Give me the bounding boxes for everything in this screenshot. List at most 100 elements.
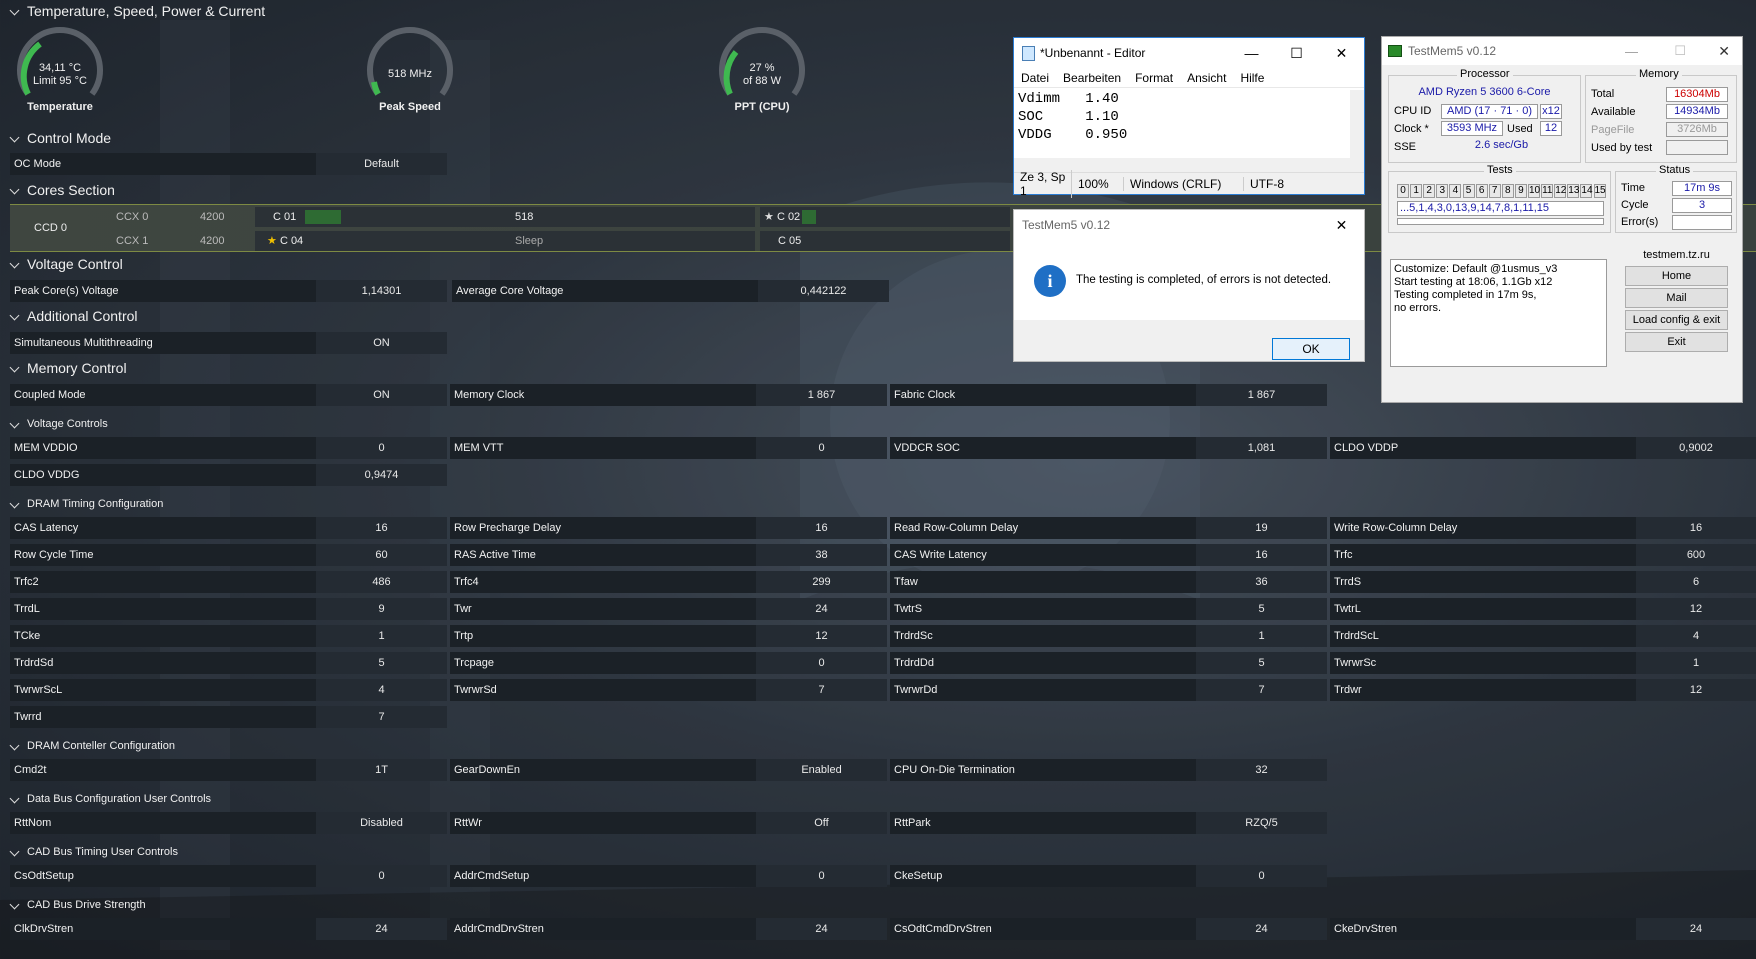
cldo-vddp-row[interactable]: CLDO VDDP 0,9002 (1330, 437, 1756, 459)
menu-format[interactable]: Format (1128, 71, 1180, 85)
chevron-down-icon (10, 312, 19, 321)
timing-row-trrds[interactable]: TrrdS 6 (1330, 571, 1756, 593)
section-voltage-controls[interactable]: Voltage Controls (10, 418, 108, 430)
menu-bearbeiten[interactable]: Bearbeiten (1056, 71, 1128, 85)
cpu-odt-row[interactable]: CPU On-Die Termination 32 (890, 759, 1327, 781)
section-cores[interactable]: Cores Section (10, 182, 115, 198)
timing-row-read-row-column-delay[interactable]: Read Row-Column Delay 19 (890, 517, 1327, 539)
notepad-text-area[interactable]: Vdimm 1.40 SOC 1.10 VDDG 0.950 (1018, 90, 1348, 158)
peak-core-voltage-row: Peak Core(s) Voltage 1,14301 (10, 280, 447, 302)
log-textbox[interactable]: Customize: Default @1usmus_v3 Start testi… (1390, 259, 1607, 367)
exit-button[interactable]: Exit (1625, 332, 1728, 352)
section-cad-timing[interactable]: CAD Bus Timing User Controls (10, 846, 178, 858)
core-c02: ★ C 02 (760, 207, 1010, 227)
timing-row-trdrdsc[interactable]: TrdrdSc 1 (890, 625, 1327, 647)
chevron-down-icon (10, 901, 19, 910)
timing-row-twrrd[interactable]: Twrrd 7 (10, 706, 447, 728)
rttnom-row[interactable]: RttNom Disabled (10, 812, 447, 834)
section-memory-control[interactable]: Memory Control (10, 360, 127, 376)
mail-button[interactable]: Mail (1625, 288, 1728, 308)
section-data-bus[interactable]: Data Bus Configuration User Controls (10, 793, 211, 805)
csodtsetup-row[interactable]: CsOdtSetup 0 (10, 865, 447, 887)
timing-row-trfc4[interactable]: Trfc4 299 (450, 571, 887, 593)
chevron-down-icon (10, 420, 19, 429)
oc-mode-row[interactable]: OC Mode Default (10, 153, 447, 175)
home-button[interactable]: Home (1625, 266, 1728, 286)
rttpark-row[interactable]: RttPark RZQ/5 (890, 812, 1327, 834)
timing-row-twtrs[interactable]: TwtrS 5 (890, 598, 1327, 620)
addrcmdsetup-row[interactable]: AddrCmdSetup 0 (450, 865, 887, 887)
dialog-close-button[interactable]: ✕ (1319, 210, 1364, 240)
timing-row-cas-write-latency[interactable]: CAS Write Latency 16 (890, 544, 1327, 566)
geardownen-row[interactable]: GearDownEn Enabled (450, 759, 887, 781)
chevron-down-icon (10, 186, 19, 195)
section-voltage-control[interactable]: Voltage Control (10, 256, 123, 272)
timing-row-trtp[interactable]: Trtp 12 (450, 625, 887, 647)
timing-row-trfc[interactable]: Trfc 600 (1330, 544, 1756, 566)
timing-row-tfaw[interactable]: Tfaw 36 (890, 571, 1327, 593)
load-config-exit-button[interactable]: Load config & exit (1625, 310, 1728, 330)
timing-row-cas-latency[interactable]: CAS Latency 16 (10, 517, 447, 539)
status-group: Status Time 17m 9s Cycle 3 Error(s) (1615, 164, 1737, 233)
clkdrvstren-row[interactable]: ClkDrvStren 24 (10, 918, 447, 940)
ckedrvstren-row[interactable]: CkeDrvStren 24 (1330, 918, 1756, 940)
tests-group: Tests 0 1 2 3 4 5 6 7 8 9 10 11 12 13 14 15 ...5,1,4,3,… (1388, 164, 1611, 233)
chevron-down-icon (10, 364, 19, 373)
section-dram-controller[interactable]: DRAM Conteller Configuration (10, 740, 175, 752)
test-cell: 4 (1449, 184, 1462, 198)
cldo-vddg-row[interactable]: CLDO VDDG 0,9474 (10, 464, 447, 486)
timing-row-tcke[interactable]: TCke 1 (10, 625, 447, 647)
timing-row-trdrdscl[interactable]: TrdrdScL 4 (1330, 625, 1756, 647)
timing-row-write-row-column-delay[interactable]: Write Row-Column Delay 16 (1330, 517, 1756, 539)
timing-row-twr[interactable]: Twr 24 (450, 598, 887, 620)
minimize-button[interactable]: — (1229, 38, 1274, 68)
timing-row-twtrl[interactable]: TwtrL 12 (1330, 598, 1756, 620)
menu-ansicht[interactable]: Ansicht (1180, 71, 1233, 85)
maximize-button[interactable]: ☐ (1674, 43, 1686, 59)
timing-row-row-cycle-time[interactable]: Row Cycle Time 60 (10, 544, 447, 566)
addrcmddrvstren-row[interactable]: AddrCmdDrvStren 24 (450, 918, 887, 940)
cmd2t-row[interactable]: Cmd2t 1T (10, 759, 447, 781)
section-temperature[interactable]: Temperature, Speed, Power & Current (10, 3, 265, 19)
dialog-titlebar[interactable]: TestMem5 v0.12 (1014, 210, 1364, 240)
mem-vtt-row[interactable]: MEM VTT 0 (450, 437, 887, 459)
maximize-button[interactable]: ☐ (1274, 38, 1319, 68)
timing-row-trcpage[interactable]: Trcpage 0 (450, 652, 887, 674)
section-cad-drive[interactable]: CAD Bus Drive Strength (10, 899, 146, 911)
testmem-titlebar[interactable]: TestMem5 v0.12 — ☐ ✕ (1382, 37, 1742, 65)
notepad-statusbar: Ze 3, Sp 1 100% Windows (CRLF) UTF-8 (1014, 169, 1364, 198)
timing-row-twrwrdd[interactable]: TwrwrDd 7 (890, 679, 1327, 701)
vertical-scrollbar[interactable] (1350, 90, 1364, 158)
vddcr-soc-row[interactable]: VDDCR SOC 1,081 (890, 437, 1327, 459)
coupled-mode-row[interactable]: Coupled Mode ON (10, 384, 447, 406)
timing-row-ras-active-time[interactable]: RAS Active Time 38 (450, 544, 887, 566)
timing-row-trdrdsd[interactable]: TrdrdSd 5 (10, 652, 447, 674)
csodtcmddrvstren-row[interactable]: CsOdtCmdDrvStren 24 (890, 918, 1327, 940)
test-cell: 8 (1501, 184, 1514, 198)
timing-row-twrwrsd[interactable]: TwrwrSd 7 (450, 679, 887, 701)
section-dram-timing[interactable]: DRAM Timing Configuration (10, 498, 163, 510)
timing-row-trdrddd[interactable]: TrdrdDd 5 (890, 652, 1327, 674)
close-button[interactable]: ✕ (1718, 43, 1730, 60)
site-link[interactable]: testmem.tz.ru (1625, 249, 1728, 261)
close-button[interactable]: ✕ (1319, 38, 1364, 68)
timing-row-trrdl[interactable]: TrrdL 9 (10, 598, 447, 620)
rttwr-row[interactable]: RttWr Off (450, 812, 887, 834)
timing-row-trfc2[interactable]: Trfc2 486 (10, 571, 447, 593)
timing-row-twrwrscl[interactable]: TwrwrScL 4 (10, 679, 447, 701)
menu-datei[interactable]: Datei (1014, 71, 1056, 85)
timing-row-trdwr[interactable]: Trdwr 12 (1330, 679, 1756, 701)
peak-speed-gauge: 518 MHz Peak Speed (360, 24, 460, 124)
chevron-down-icon (10, 848, 19, 857)
ckesetup-row[interactable]: CkeSetup 0 (890, 865, 1327, 887)
smt-row[interactable]: Simultaneous Multithreading ON (10, 332, 447, 354)
section-additional-control[interactable]: Additional Control (10, 308, 138, 324)
timing-row-row-precharge-delay[interactable]: Row Precharge Delay 16 (450, 517, 887, 539)
section-control-mode[interactable]: Control Mode (10, 130, 111, 146)
ok-button[interactable]: OK (1272, 338, 1350, 360)
mem-vddio-row[interactable]: MEM VDDIO 0 (10, 437, 447, 459)
minimize-button[interactable]: — (1625, 44, 1638, 59)
menu-hilfe[interactable]: Hilfe (1233, 71, 1271, 85)
timing-row-twrwrsc[interactable]: TwrwrSc 1 (1330, 652, 1756, 674)
info-icon: i (1034, 265, 1066, 297)
